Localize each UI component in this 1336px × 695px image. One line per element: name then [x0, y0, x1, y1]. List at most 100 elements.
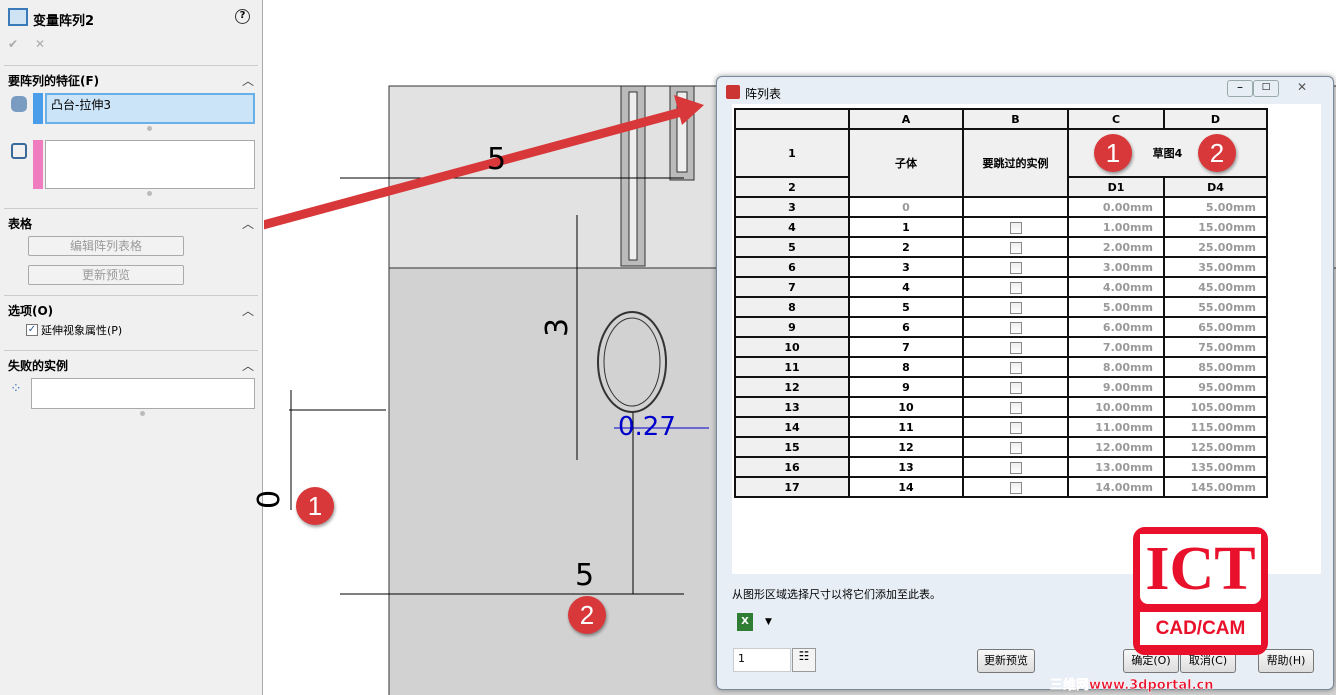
row-header[interactable]: 13 — [734, 396, 850, 418]
row-header[interactable]: 5 — [734, 236, 850, 258]
column-header[interactable]: C — [1067, 108, 1165, 130]
d1-cell[interactable]: 2.00mm — [1067, 236, 1165, 258]
row-header[interactable]: 9 — [734, 316, 850, 338]
child-cell[interactable]: 11 — [848, 416, 964, 438]
collapse-icon[interactable]: ︿ — [242, 72, 254, 89]
maximize-button[interactable]: □ — [1253, 80, 1279, 97]
d1-cell[interactable]: 14.00mm — [1067, 476, 1165, 498]
skip-checkbox[interactable] — [1009, 221, 1022, 234]
update-preview-button[interactable]: 更新预览(U) — [977, 649, 1035, 673]
minimize-button[interactable]: – — [1227, 80, 1253, 97]
skip-cell[interactable] — [962, 196, 1069, 218]
d1-cell[interactable]: 7.00mm — [1067, 336, 1165, 358]
skip-checkbox[interactable] — [1009, 301, 1022, 314]
skip-cell[interactable] — [962, 276, 1069, 298]
child-cell[interactable]: 14 — [848, 476, 964, 498]
child-cell[interactable]: 7 — [848, 336, 964, 358]
row-header[interactable]: 3 — [734, 196, 850, 218]
features-list[interactable]: 凸台-拉伸3 — [45, 93, 255, 124]
row-header[interactable]: 8 — [734, 296, 850, 318]
d4-cell[interactable]: 15.00mm — [1163, 216, 1268, 238]
help-icon[interactable]: ? — [235, 9, 250, 24]
skip-checkbox[interactable] — [1009, 361, 1022, 374]
column-header[interactable]: B — [962, 108, 1069, 130]
d4-cell[interactable]: 75.00mm — [1163, 336, 1268, 358]
child-cell[interactable]: 13 — [848, 456, 964, 478]
d4-cell[interactable]: 135.00mm — [1163, 456, 1268, 478]
d1-cell[interactable]: 11.00mm — [1067, 416, 1165, 438]
d4-cell[interactable]: 105.00mm — [1163, 396, 1268, 418]
skip-cell[interactable] — [962, 296, 1069, 318]
excel-icon[interactable]: X — [737, 613, 753, 631]
row-header[interactable]: 10 — [734, 336, 850, 358]
child-cell[interactable]: 6 — [848, 316, 964, 338]
d4-cell[interactable]: 35.00mm — [1163, 256, 1268, 278]
child-cell[interactable]: 8 — [848, 356, 964, 378]
d1-cell[interactable]: 0.00mm — [1067, 196, 1165, 218]
row-header[interactable]: 12 — [734, 376, 850, 398]
skip-checkbox[interactable] — [1009, 261, 1022, 274]
d1-cell[interactable]: 4.00mm — [1067, 276, 1165, 298]
skip-cell[interactable] — [962, 236, 1069, 258]
row-header[interactable]: 2 — [734, 176, 850, 198]
d4-cell[interactable]: 45.00mm — [1163, 276, 1268, 298]
faces-list[interactable] — [45, 140, 255, 189]
row-header[interactable]: 7 — [734, 276, 850, 298]
skip-checkbox[interactable] — [1009, 461, 1022, 474]
list-item[interactable]: 凸台-拉伸3 — [51, 98, 111, 112]
insert-rows-button[interactable]: ☷ — [792, 648, 816, 672]
dimension-blue[interactable]: 0.27 — [618, 412, 676, 442]
skip-cell[interactable] — [962, 456, 1069, 478]
skip-cell[interactable] — [962, 216, 1069, 238]
d4-cell[interactable]: 5.00mm — [1163, 196, 1268, 218]
d4-cell[interactable]: 65.00mm — [1163, 316, 1268, 338]
skip-cell[interactable] — [962, 396, 1069, 418]
child-cell[interactable]: 1 — [848, 216, 964, 238]
d1-cell[interactable]: 6.00mm — [1067, 316, 1165, 338]
row-header[interactable]: 1 — [734, 128, 850, 178]
edit-table-button[interactable]: 编辑阵列表格 — [28, 236, 184, 256]
row-header[interactable]: 17 — [734, 476, 850, 498]
d1-cell[interactable]: 8.00mm — [1067, 356, 1165, 378]
d4-cell[interactable]: 125.00mm — [1163, 436, 1268, 458]
d1-cell[interactable]: 10.00mm — [1067, 396, 1165, 418]
skip-cell[interactable] — [962, 376, 1069, 398]
child-cell[interactable]: 5 — [848, 296, 964, 318]
d1-cell[interactable]: 1.00mm — [1067, 216, 1165, 238]
child-cell[interactable]: 12 — [848, 436, 964, 458]
column-header[interactable]: D — [1163, 108, 1268, 130]
d4-cell[interactable]: 95.00mm — [1163, 376, 1268, 398]
d1-cell[interactable]: 5.00mm — [1067, 296, 1165, 318]
row-header[interactable]: 4 — [734, 216, 850, 238]
skip-checkbox[interactable] — [1009, 341, 1022, 354]
skip-cell[interactable] — [962, 336, 1069, 358]
d4-cell[interactable]: 25.00mm — [1163, 236, 1268, 258]
skip-cell[interactable] — [962, 436, 1069, 458]
child-cell[interactable]: 10 — [848, 396, 964, 418]
skip-cell[interactable] — [962, 476, 1069, 498]
d1-cell[interactable]: 12.00mm — [1067, 436, 1165, 458]
update-preview-button[interactable]: 更新预览 — [28, 265, 184, 285]
d4-cell[interactable]: 115.00mm — [1163, 416, 1268, 438]
child-cell[interactable]: 0 — [848, 196, 964, 218]
dimension-vertical[interactable]: 3 — [540, 318, 575, 337]
row-header[interactable]: 15 — [734, 436, 850, 458]
count-input[interactable]: 1 — [733, 648, 791, 672]
row-header[interactable]: 11 — [734, 356, 850, 378]
d1-cell[interactable]: 13.00mm — [1067, 456, 1165, 478]
skip-cell[interactable] — [962, 356, 1069, 378]
dimension-left[interactable]: 0 — [252, 490, 287, 509]
row-header[interactable]: 16 — [734, 456, 850, 478]
skip-checkbox[interactable] — [1009, 401, 1022, 414]
skip-checkbox[interactable] — [1009, 441, 1022, 454]
d1-cell[interactable]: 9.00mm — [1067, 376, 1165, 398]
collapse-icon[interactable]: ︿ — [242, 215, 254, 232]
skip-checkbox[interactable] — [1009, 421, 1022, 434]
d4-cell[interactable]: 85.00mm — [1163, 356, 1268, 378]
skip-checkbox[interactable] — [1009, 241, 1022, 254]
d4-cell[interactable]: 145.00mm — [1163, 476, 1268, 498]
d1-cell[interactable]: 3.00mm — [1067, 256, 1165, 278]
skip-checkbox[interactable] — [1009, 481, 1022, 494]
column-header[interactable]: A — [848, 108, 964, 130]
dropdown-arrow-icon[interactable]: ▼ — [765, 617, 772, 627]
